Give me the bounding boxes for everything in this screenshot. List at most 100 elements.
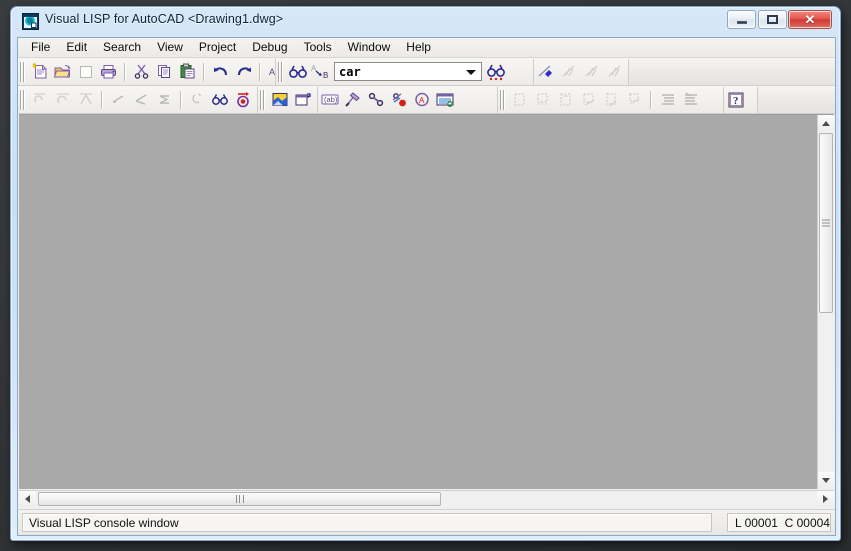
help-question-icon[interactable]: ? (724, 89, 747, 111)
toolbar-view (258, 86, 318, 113)
chevron-down-icon[interactable] (466, 69, 476, 75)
scroll-down-arrow[interactable] (818, 472, 834, 489)
status-bar: Visual LISP console window L 00001 C 000… (18, 509, 835, 535)
check-text-icon (580, 61, 603, 83)
replace-ab-icon[interactable]: A B (309, 61, 332, 83)
svg-text:(ab): (ab) (324, 95, 338, 104)
application-window: Visual LISP for AutoCAD <Drawing1.dwg> ✕… (10, 6, 841, 541)
minimize-button[interactable] (727, 10, 756, 29)
toolbar-row-bottom: (ab) A ? (18, 86, 835, 114)
toolbar-tools: (ab) A (318, 86, 498, 113)
menu-item-debug[interactable]: Debug (244, 39, 295, 56)
watch-window-icon[interactable]: A (410, 89, 433, 111)
cut-scissors-icon[interactable] (130, 61, 153, 83)
menu-item-edit[interactable]: Edit (58, 39, 95, 56)
triangle-down-icon (822, 478, 830, 483)
scroll-up-arrow[interactable] (818, 115, 834, 132)
menu-item-help[interactable]: Help (398, 39, 439, 56)
menu-item-window[interactable]: Window (340, 39, 399, 56)
visual-lisp-console-icon[interactable] (291, 89, 314, 111)
toolbar-separator (180, 90, 182, 109)
uncomment-block-icon (679, 89, 702, 111)
toolbar-separator (101, 90, 103, 109)
step-over-icon (51, 89, 74, 111)
stop-once-icon (186, 89, 209, 111)
continue-icon (107, 89, 130, 111)
menu-item-tools[interactable]: Tools (296, 39, 340, 56)
maximize-button[interactable] (758, 10, 787, 29)
bind-window-icon[interactable] (433, 89, 456, 111)
desktop-background: Visual LISP for AutoCAD <Drawing1.dwg> ✕… (0, 0, 851, 551)
toolbar-gripper[interactable] (19, 61, 26, 83)
close-icon: ✕ (804, 12, 816, 27)
append-icon (531, 89, 554, 111)
undo-arrow-icon[interactable] (209, 61, 232, 83)
quit-current-level-icon (130, 89, 153, 111)
triangle-left-icon (25, 495, 30, 503)
toolbar-gripper[interactable] (259, 89, 266, 111)
scroll-thumb-grip (235, 495, 244, 503)
svg-text:B: B (323, 71, 328, 80)
trace-stack-icon[interactable] (341, 89, 364, 111)
symbol-service-icon[interactable] (364, 89, 387, 111)
vertical-scroll-thumb[interactable] (819, 133, 833, 313)
toggle-breakpoint-icon[interactable] (209, 89, 232, 111)
status-position-panel: L 00001 C 00004 (727, 513, 831, 532)
minimize-icon (736, 20, 747, 24)
load-active-edit-window-icon[interactable] (534, 61, 557, 83)
select-window-icon[interactable] (268, 89, 291, 111)
scroll-thumb-grip (822, 219, 830, 227)
new-paste-icon (554, 89, 577, 111)
title-bar[interactable]: Visual LISP for AutoCAD <Drawing1.dwg> ✕ (11, 7, 840, 35)
menu-item-project[interactable]: Project (191, 39, 244, 56)
menu-bar: File Edit Search View Project Debug Tool… (18, 38, 835, 58)
toolbar-separator (259, 62, 261, 81)
last-break-icon[interactable] (232, 89, 255, 111)
svg-text:A: A (419, 96, 425, 105)
toolbar-debug (18, 86, 258, 113)
inspect-ab-icon[interactable]: (ab) (318, 89, 341, 111)
horizontal-scroll-thumb[interactable] (38, 492, 441, 506)
find-combo-value: car (339, 64, 361, 79)
status-message: Visual LISP console window (29, 515, 179, 530)
step-into-icon (28, 89, 51, 111)
menu-item-file[interactable]: File (23, 39, 58, 56)
toolbar-search: A B car (276, 58, 534, 85)
copy-line-icon (600, 89, 623, 111)
toolbar-gripper[interactable] (277, 61, 284, 83)
vertical-scrollbar[interactable] (817, 115, 834, 489)
toolbar-gripper[interactable] (19, 89, 26, 111)
load-selection-icon (557, 61, 580, 83)
find-binoculars-icon[interactable] (286, 61, 309, 83)
horizontal-scrollbar[interactable] (19, 490, 834, 507)
toolbar-row-top: A A B car (18, 58, 835, 86)
paste-clipboard-icon[interactable] (176, 61, 199, 83)
toolbar-separator (203, 62, 205, 81)
append-paste-icon (577, 89, 600, 111)
toolbar-help: ? (724, 86, 758, 113)
find-next-binoculars-icon[interactable] (484, 61, 507, 83)
toolbar-comment (498, 86, 724, 113)
visual-lisp-console-surface[interactable] (19, 114, 834, 489)
svg-text:?: ? (733, 95, 739, 107)
menu-item-search[interactable]: Search (95, 39, 149, 56)
comment-block-icon (656, 89, 679, 111)
redo-arrow-icon[interactable] (232, 61, 255, 83)
maximize-icon (767, 15, 778, 24)
status-message-panel: Visual LISP console window (22, 513, 712, 532)
scroll-right-arrow[interactable] (817, 491, 834, 507)
copy-icon[interactable] (153, 61, 176, 83)
close-button[interactable]: ✕ (788, 10, 832, 29)
menu-item-view[interactable]: View (149, 39, 191, 56)
print-icon[interactable] (97, 61, 120, 83)
toolbar-standard: A (18, 58, 285, 85)
scroll-left-arrow[interactable] (19, 491, 36, 507)
toolbar-gripper[interactable] (499, 89, 506, 111)
find-combo[interactable]: car (334, 62, 482, 81)
new-file-icon[interactable] (28, 61, 51, 83)
apropos-window-icon[interactable] (387, 89, 410, 111)
window-title: Visual LISP for AutoCAD <Drawing1.dwg> (45, 12, 284, 26)
toolbar-separator (124, 62, 126, 81)
triangle-right-icon (823, 495, 828, 503)
open-folder-icon[interactable] (51, 61, 74, 83)
